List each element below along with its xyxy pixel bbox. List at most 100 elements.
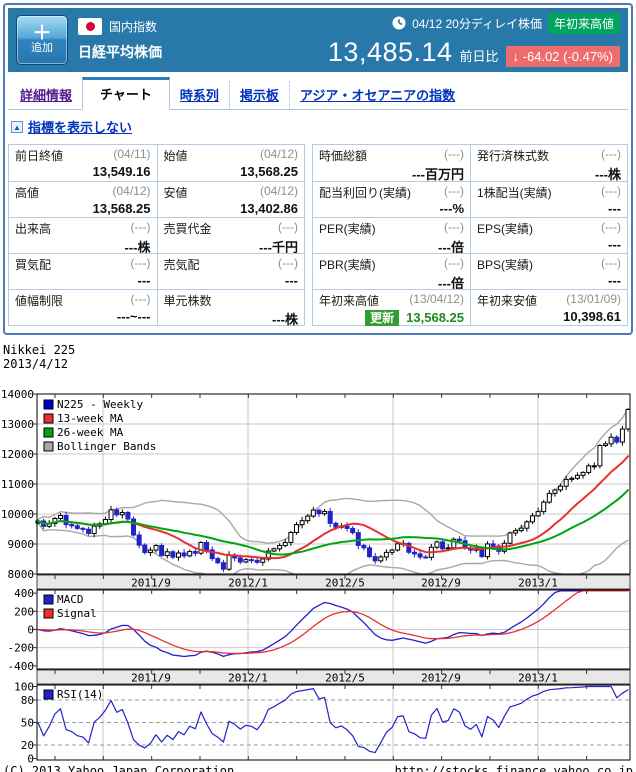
quote-cell-shares-out: 発行済株式数(---)---株 — [470, 145, 627, 181]
hide-indicators-link[interactable]: 指標を表示しない — [28, 117, 132, 136]
source-url: http://stocks.finance.yahoo.co.jp — [395, 764, 633, 772]
quote-date: (---) — [278, 220, 298, 237]
svg-text:12000: 12000 — [1, 448, 34, 461]
svg-text:2012/1: 2012/1 — [228, 577, 268, 590]
chart-footer: (C) 2013 Yahoo Japan Corporation. http:/… — [0, 763, 636, 772]
quote-label: 売買代金 — [164, 220, 212, 237]
change-value: -64.02 (-0.47%) — [523, 49, 613, 64]
quote-table-left: 前日終値(04/11)13,549.16始値(04/12)13,568.25高値… — [8, 144, 305, 326]
svg-text:13-week MA: 13-week MA — [57, 412, 124, 425]
quote-label: 売気配 — [164, 256, 200, 273]
tab-detail[interactable]: 詳細情報 — [10, 81, 82, 109]
quote-value: ---~--- — [15, 309, 151, 324]
svg-text:100: 100 — [14, 681, 34, 694]
svg-text:2012/5: 2012/5 — [325, 577, 365, 590]
quote-cell-pbr: PBR(実績)(---)---倍 — [313, 253, 470, 289]
quote-label: 買気配 — [15, 256, 51, 273]
quote-cell-high: 高値(04/12)13,568.25 — [9, 181, 157, 217]
quote-header: ＋ 追加 国内指数 日経平均株価 04/12 20分ディレイ株価 — [8, 8, 628, 72]
svg-text:11000: 11000 — [1, 478, 34, 491]
quote-value: 10,398.61 — [477, 309, 621, 324]
svg-text:-200: -200 — [8, 642, 35, 655]
tab-board[interactable]: 掲示板 — [229, 81, 289, 109]
quote-date: (---) — [444, 184, 464, 201]
svg-text:8000: 8000 — [8, 568, 35, 581]
quote-cell-low: 安値 (04/12)13,402.86 — [157, 181, 305, 217]
quote-cell-unit-shares: 単元株数---株 — [157, 289, 305, 325]
svg-text:10000: 10000 — [1, 508, 34, 521]
quote-label: 始値 — [164, 147, 188, 164]
svg-text:2012/9: 2012/9 — [421, 672, 461, 685]
svg-text:2012/9: 2012/9 — [421, 577, 461, 590]
change-label: 前日比 — [460, 46, 499, 65]
chart-date: 2013/4/12 — [0, 357, 636, 371]
quote-value: --- — [15, 273, 151, 288]
svg-text:200: 200 — [14, 605, 34, 618]
quote-table-right: 時価総額(---)---百万円発行済株式数(---)---株配当利回り(実績)(… — [312, 144, 628, 326]
page: ＋ 追加 国内指数 日経平均株価 04/12 20分ディレイ株価 — [0, 0, 636, 772]
quote-value: 13,568.25 — [164, 164, 299, 179]
svg-text:-400: -400 — [8, 660, 35, 673]
quote-value: ---株 — [164, 309, 299, 328]
quote-cell-ytd-low: 年初来安値(13/01/09)10,398.61 — [470, 289, 627, 325]
svg-text:0: 0 — [27, 624, 34, 637]
quote-cell-open: 始値(04/12)13,568.25 — [157, 145, 305, 181]
chart-title: Nikkei 225 — [0, 343, 636, 357]
ytd-high-badge: 年初来高値 — [548, 13, 620, 34]
quote-value: 13,402.86 — [164, 201, 299, 216]
tab-chart[interactable]: チャート — [82, 77, 170, 110]
quote-date: (---) — [444, 147, 464, 164]
quote-value: 更新13,568.25 — [319, 309, 464, 326]
quote-date: (04/12) — [112, 184, 150, 201]
svg-text:20: 20 — [21, 739, 34, 752]
quote-cell-price-limit: 値幅制限 (---)---~--- — [9, 289, 157, 325]
tab-timeseries[interactable]: 時系列 — [170, 81, 229, 109]
quote-label: 値幅制限 — [15, 292, 63, 309]
svg-text:N225 - Weekly: N225 - Weekly — [57, 398, 143, 411]
quote-label: 配当利回り(実績) — [319, 184, 411, 201]
quote-widget: ＋ 追加 国内指数 日経平均株価 04/12 20分ディレイ株価 — [3, 3, 633, 335]
quote-date: (04/12) — [260, 184, 298, 201]
quote-value: --- — [477, 201, 621, 216]
quote-cell-per: PER(実績)(---)---倍 — [313, 217, 470, 253]
quote-value: --- — [477, 273, 621, 288]
quote-cell-prev-close: 前日終値(04/11)13,549.16 — [9, 145, 157, 181]
svg-text:Bollinger Bands: Bollinger Bands — [57, 440, 156, 453]
svg-text:2013/1: 2013/1 — [518, 577, 558, 590]
quote-cell-div-yield: 配当利回り(実績) (---)---% — [313, 181, 470, 217]
quote-date: (---) — [444, 220, 464, 237]
quote-cell-turnover: 売買代金(---)---千円 — [157, 217, 305, 253]
quote-value: 13,568.25 — [15, 201, 151, 216]
tab-asia[interactable]: アジア・オセアニアの指数 — [289, 81, 465, 109]
chart-section: Nikkei 225 2013/4/12 8000900010000110001… — [0, 335, 636, 772]
quote-date: (---) — [444, 256, 464, 273]
quote-value: ---% — [319, 201, 464, 216]
quote-cell-volume: 出来高(---)---株 — [9, 217, 157, 253]
quote-label: 安値 — [164, 184, 188, 201]
collapse-icon[interactable]: ▲ — [11, 121, 23, 133]
quote-date: (---) — [131, 292, 151, 309]
quote-cell-dps: 1株配当(実績)(---)--- — [470, 181, 627, 217]
quote-label: 年初来安値 — [477, 292, 537, 309]
price-block: 04/12 20分ディレイ株価 年初来高値 13,485.14 前日比 ↓ -6… — [328, 13, 620, 68]
svg-text:50: 50 — [21, 717, 34, 730]
quote-label: 単元株数 — [164, 292, 212, 309]
svg-text:Signal: Signal — [57, 607, 97, 620]
indicator-toggle-row: ▲ 指標を表示しない — [8, 110, 628, 142]
quote-date: (13/04/12) — [409, 292, 464, 309]
add-button[interactable]: ＋ 追加 — [16, 15, 68, 65]
update-badge: 更新 — [365, 310, 399, 326]
svg-text:2011/9: 2011/9 — [131, 672, 171, 685]
quote-label: 出来高 — [15, 220, 51, 237]
quote-cell-ytd-high: 年初来高値(13/04/12)更新13,568.25 — [313, 289, 470, 325]
quote-cell-ask: 売気配(---)--- — [157, 253, 305, 289]
quote-label: 発行済株式数 — [477, 147, 549, 164]
quote-cell-bps: BPS(実績)(---)--- — [470, 253, 627, 289]
quote-date: (---) — [601, 147, 621, 164]
quote-label: PBR(実績) — [319, 256, 376, 273]
add-button-label: 追加 — [31, 42, 53, 55]
delay-text: 04/12 20分ディレイ株価 — [412, 15, 542, 32]
svg-text:26-week MA: 26-week MA — [57, 426, 124, 439]
tab-bar: 詳細情報チャート時系列掲示板アジア・オセアニアの指数 — [8, 72, 628, 110]
svg-text:2012/5: 2012/5 — [325, 672, 365, 685]
